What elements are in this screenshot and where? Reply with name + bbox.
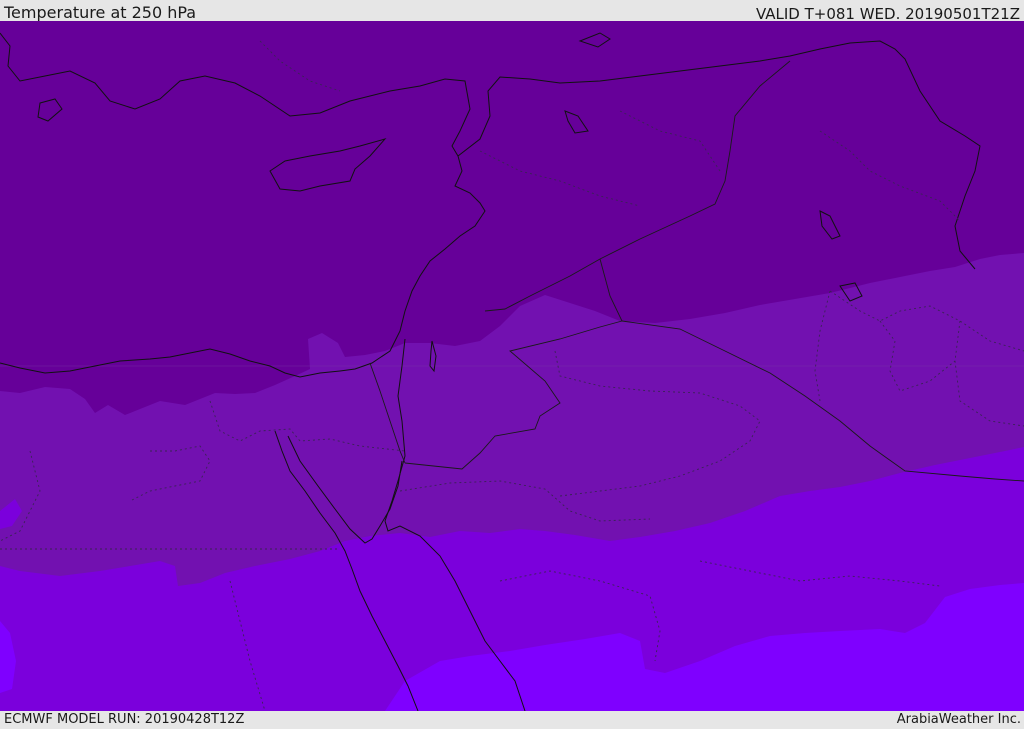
weather-map[interactable] xyxy=(0,21,1024,711)
map-canvas xyxy=(0,21,1024,711)
footer-bar: ECMWF MODEL RUN: 20190428T12Z ArabiaWeat… xyxy=(0,711,1024,729)
map-title: Temperature at 250 hPa xyxy=(4,3,197,22)
header-bar: Temperature at 250 hPa VALID T+081 WED. … xyxy=(0,0,1024,23)
model-run-label: ECMWF MODEL RUN: 20190428T12Z xyxy=(4,712,245,727)
credit-label: ArabiaWeather Inc. xyxy=(896,712,1021,727)
